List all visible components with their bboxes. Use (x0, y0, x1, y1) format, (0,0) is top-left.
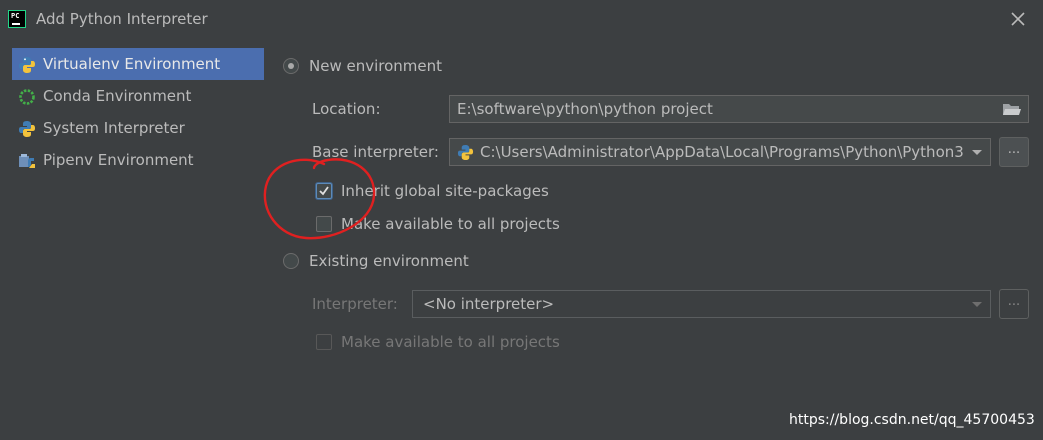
window-title: Add Python Interpreter (36, 10, 208, 28)
interpreter-select[interactable]: <No interpreter> (412, 290, 991, 318)
title-bar: PC Add Python Interpreter (0, 0, 1043, 40)
existing-make-available-label: Make available to all projects (341, 333, 560, 351)
conda-icon (19, 89, 35, 105)
base-interpreter-value: C:\Users\Administrator\AppData\Local\Pro… (480, 143, 974, 161)
sidebar-item-label: Virtualenv Environment (43, 55, 221, 73)
existing-environment-label: Existing environment (309, 252, 469, 270)
sidebar-item-label: Conda Environment (43, 87, 192, 105)
inherit-packages-label: Inherit global site-packages (341, 182, 549, 200)
interpreter-type-list: Virtualenv Environment Conda Environment… (12, 48, 264, 176)
sidebar-item-conda[interactable]: Conda Environment (12, 80, 264, 112)
interpreter-value: <No interpreter> (423, 295, 555, 313)
new-environment-radio[interactable] (283, 58, 299, 74)
location-label: Location: (312, 100, 381, 118)
checkmark-icon (319, 186, 329, 196)
new-environment-label: New environment (309, 57, 443, 75)
python-icon (457, 144, 474, 161)
make-available-label: Make available to all projects (341, 215, 560, 233)
location-field[interactable]: E:\software\python\python project (449, 95, 1029, 123)
chevron-down-icon (972, 150, 982, 155)
pycharm-logo-icon: PC (8, 10, 26, 28)
virtualenv-icon (19, 57, 35, 73)
python-icon (19, 121, 35, 137)
sidebar-item-virtualenv[interactable]: Virtualenv Environment (12, 48, 264, 80)
close-icon (1011, 12, 1025, 26)
close-button[interactable] (1008, 9, 1028, 29)
logo-text: PC (11, 12, 20, 20)
sidebar-item-label: Pipenv Environment (43, 151, 194, 169)
make-available-checkbox[interactable] (316, 216, 332, 232)
pipenv-icon (19, 154, 35, 168)
existing-environment-radio[interactable] (283, 253, 299, 269)
location-value: E:\software\python\python project (457, 100, 713, 118)
sidebar-item-label: System Interpreter (43, 119, 185, 137)
base-interpreter-select[interactable]: C:\Users\Administrator\AppData\Local\Pro… (449, 138, 991, 166)
dropdown-arrow-area[interactable] (964, 139, 990, 165)
base-interpreter-label: Base interpreter: (312, 143, 439, 161)
existing-make-available-checkbox[interactable] (316, 334, 332, 350)
sidebar-item-pipenv[interactable]: Pipenv Environment (12, 144, 264, 176)
base-interpreter-browse-button[interactable]: ... (999, 137, 1029, 167)
watermark-text: https://blog.csdn.net/qq_45700453 (789, 412, 1035, 428)
folder-icon[interactable] (1002, 101, 1022, 117)
chevron-down-icon[interactable] (964, 291, 990, 317)
inherit-packages-checkbox[interactable] (316, 183, 332, 199)
interpreter-browse-button[interactable]: ... (999, 289, 1029, 319)
interpreter-label: Interpreter: (312, 295, 398, 313)
sidebar-item-system[interactable]: System Interpreter (12, 112, 264, 144)
